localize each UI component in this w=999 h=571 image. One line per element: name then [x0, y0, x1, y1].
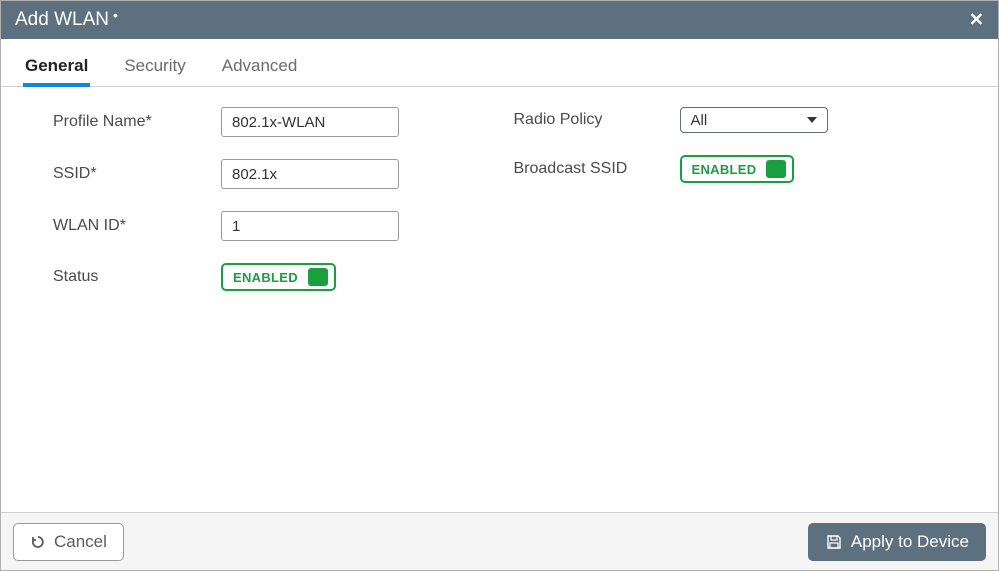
status-toggle-knob [308, 268, 328, 286]
modal-title-marker: • [113, 7, 118, 23]
apply-button-label: Apply to Device [851, 532, 969, 552]
row-profile-name: Profile Name* [53, 107, 514, 137]
label-broadcast-ssid: Broadcast SSID [514, 160, 680, 178]
undo-icon [30, 534, 46, 550]
row-wlan-id: WLAN ID* [53, 211, 514, 241]
radio-policy-selected: All [691, 112, 708, 129]
add-wlan-modal: Add WLAN • ✕ General Security Advanced P… [0, 0, 999, 571]
wlan-id-input[interactable] [221, 211, 399, 241]
label-radio-policy: Radio Policy [514, 111, 680, 129]
cancel-button-label: Cancel [54, 532, 107, 552]
row-radio-policy: Radio Policy All [514, 107, 975, 133]
cancel-button[interactable]: Cancel [13, 523, 124, 561]
label-profile-name: Profile Name* [53, 113, 221, 131]
profile-name-input[interactable] [221, 107, 399, 137]
save-icon [825, 533, 843, 551]
modal-footer: Cancel Apply to Device [1, 512, 998, 570]
tab-security[interactable]: Security [124, 56, 185, 86]
form-col-left: Profile Name* SSID* WLAN ID* Status ENAB… [25, 107, 514, 492]
apply-button[interactable]: Apply to Device [808, 523, 986, 561]
tab-general[interactable]: General [25, 56, 88, 86]
tab-advanced[interactable]: Advanced [222, 56, 298, 86]
status-toggle-label: ENABLED [233, 270, 298, 285]
ssid-input[interactable] [221, 159, 399, 189]
row-broadcast-ssid: Broadcast SSID ENABLED [514, 155, 975, 183]
chevron-down-icon [807, 117, 817, 123]
row-status: Status ENABLED [53, 263, 514, 291]
tab-bar: General Security Advanced [1, 39, 998, 87]
form-col-right: Radio Policy All Broadcast SSID ENABLED [514, 107, 975, 492]
radio-policy-select[interactable]: All [680, 107, 828, 133]
close-icon[interactable]: ✕ [969, 10, 984, 31]
label-ssid: SSID* [53, 165, 221, 183]
label-status: Status [53, 268, 221, 286]
label-wlan-id: WLAN ID* [53, 217, 221, 235]
row-ssid: SSID* [53, 159, 514, 189]
modal-header: Add WLAN • ✕ [1, 1, 998, 39]
broadcast-ssid-toggle-label: ENABLED [692, 162, 757, 177]
status-toggle[interactable]: ENABLED [221, 263, 336, 291]
broadcast-ssid-toggle-knob [766, 160, 786, 178]
modal-title: Add WLAN [15, 9, 109, 31]
broadcast-ssid-toggle[interactable]: ENABLED [680, 155, 795, 183]
form-body: Profile Name* SSID* WLAN ID* Status ENAB… [1, 87, 998, 512]
